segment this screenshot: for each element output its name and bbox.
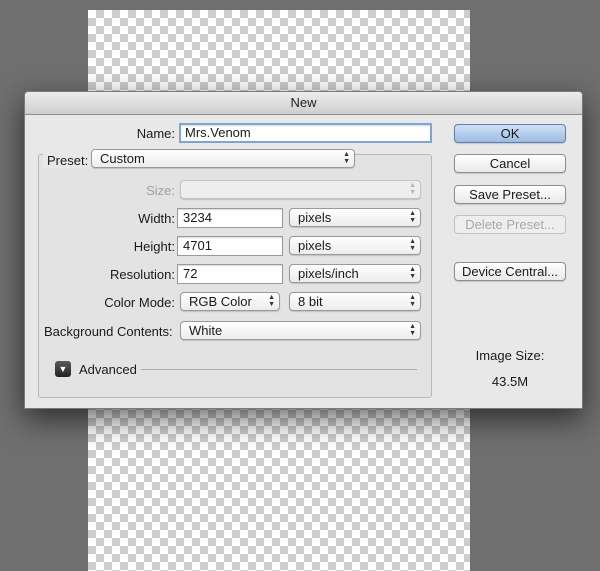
ok-button[interactable]: OK [454, 124, 566, 143]
delete-preset-button: Delete Preset... [454, 215, 566, 234]
preset-value: Custom [100, 151, 145, 166]
updown-arrows-icon: ▲ ▼ [409, 238, 416, 252]
resolution-unit-value: pixels/inch [298, 266, 359, 281]
new-document-dialog: New Name: Mrs.Venom Preset: Custom ▲ ▼ Si… [24, 91, 583, 409]
width-label: Width: [138, 211, 175, 226]
size-popup: ▲ ▼ [180, 180, 421, 199]
save-preset-button[interactable]: Save Preset... [454, 185, 566, 204]
advanced-label[interactable]: Advanced [79, 362, 137, 377]
height-unit-popup[interactable]: pixels ▲ ▼ [289, 236, 421, 255]
disclosure-triangle-icon[interactable]: ▼ [55, 361, 71, 377]
updown-arrows-icon: ▲ ▼ [409, 210, 416, 224]
updown-arrows-icon: ▲ ▼ [409, 182, 416, 196]
color-mode-value: RGB Color [189, 294, 252, 309]
dialog-title: New [25, 92, 582, 115]
advanced-divider [141, 369, 417, 370]
width-unit-value: pixels [298, 210, 332, 225]
name-label: Name: [136, 126, 175, 141]
height-unit-value: pixels [298, 238, 332, 253]
updown-arrows-icon: ▲ ▼ [268, 294, 275, 308]
bit-depth-value: 8 bit [298, 294, 323, 309]
bit-depth-popup[interactable]: 8 bit ▲ ▼ [289, 292, 421, 311]
height-label: Height: [133, 239, 175, 254]
height-input[interactable]: 4701 [177, 236, 283, 256]
cancel-button[interactable]: Cancel [454, 154, 566, 173]
size-label: Size: [146, 183, 175, 198]
device-central-button[interactable]: Device Central... [454, 262, 566, 281]
color-mode-popup[interactable]: RGB Color ▲ ▼ [180, 292, 280, 311]
color-mode-label: Color Mode: [104, 295, 175, 310]
name-input[interactable]: Mrs.Venom [179, 123, 432, 143]
updown-arrows-icon: ▲ ▼ [409, 266, 416, 280]
preset-popup[interactable]: Custom ▲ ▼ [91, 149, 355, 168]
resolution-unit-popup[interactable]: pixels/inch ▲ ▼ [289, 264, 421, 283]
background-contents-popup[interactable]: White ▲ ▼ [180, 321, 421, 340]
updown-arrows-icon: ▲ ▼ [409, 323, 416, 337]
updown-arrows-icon: ▲ ▼ [409, 294, 416, 308]
background-contents-label: Background Contents: [44, 324, 173, 339]
resolution-label: Resolution: [109, 267, 175, 282]
resolution-input[interactable]: 72 [177, 264, 283, 284]
preset-label: Preset: [43, 153, 93, 168]
image-size-label: Image Size: [475, 348, 545, 363]
background-contents-value: White [189, 323, 223, 338]
width-input[interactable]: 3234 [177, 208, 283, 228]
image-size-value: 43.5M [491, 374, 529, 389]
width-unit-popup[interactable]: pixels ▲ ▼ [289, 208, 421, 227]
updown-arrows-icon: ▲ ▼ [343, 151, 350, 165]
